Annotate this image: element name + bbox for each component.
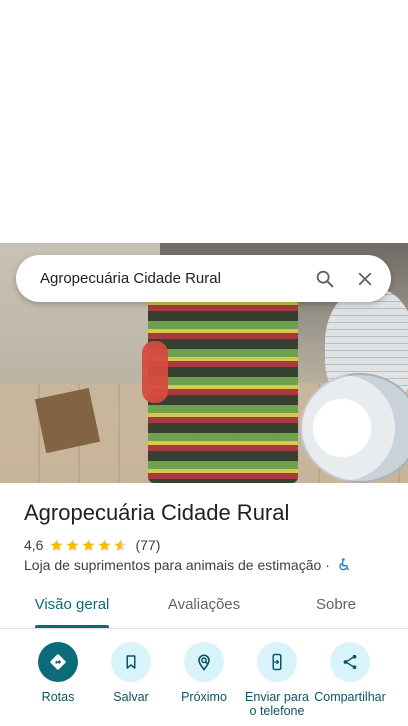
- active-tab-indicator: [35, 625, 109, 628]
- review-count: (77): [135, 537, 161, 553]
- save-button[interactable]: Salvar: [93, 640, 169, 704]
- tab-bar: Visão geral Avaliações Sobre: [0, 585, 408, 629]
- photo-seed-rack: [148, 283, 298, 483]
- bookmark-icon: [111, 642, 151, 682]
- directions-label: Rotas: [41, 690, 75, 704]
- nearby-button[interactable]: Próximo: [166, 640, 242, 704]
- directions-button[interactable]: Rotas: [20, 640, 96, 704]
- tab-avaliacoes[interactable]: Avaliações: [156, 585, 252, 625]
- star-icon: [115, 539, 127, 551]
- action-row: Rotas Salvar Próximo Enviar para o telef…: [0, 640, 408, 726]
- separator: ·: [325, 557, 330, 573]
- photo-red-item: [142, 341, 168, 403]
- star-icon: [67, 539, 79, 551]
- share-icon: [330, 642, 370, 682]
- map-area[interactable]: [0, 0, 408, 243]
- place-category: Loja de suprimentos para animais de esti…: [24, 557, 322, 573]
- category-row: Loja de suprimentos para animais de esti…: [24, 556, 352, 574]
- nearby-label: Próximo: [181, 690, 227, 704]
- photo-wire-roll: [300, 373, 408, 483]
- wheelchair-accessible-icon: [336, 557, 352, 573]
- search-bar[interactable]: Agropecuária Cidade Rural: [16, 255, 391, 302]
- star-icon: [83, 539, 95, 551]
- share-button[interactable]: Compartilhar: [312, 640, 388, 720]
- search-icon[interactable]: [305, 259, 345, 299]
- nearby-icon: [184, 642, 224, 682]
- rating-row[interactable]: 4,6 (77): [24, 535, 160, 555]
- close-icon[interactable]: [345, 259, 385, 299]
- tab-sobre[interactable]: Sobre: [300, 585, 372, 625]
- photo-box: [34, 387, 101, 454]
- search-query[interactable]: Agropecuária Cidade Rural: [40, 270, 305, 287]
- directions-icon: [38, 642, 78, 682]
- star-icon: [51, 539, 63, 551]
- send-to-phone-button[interactable]: Enviar para o telefone: [239, 640, 315, 720]
- place-title: Agropecuária Cidade Rural: [24, 500, 290, 525]
- tab-visao-geral[interactable]: Visão geral: [24, 585, 120, 625]
- share-label: Compartilhar: [314, 690, 386, 704]
- save-label: Salvar: [113, 690, 149, 704]
- star-icon: [99, 539, 111, 551]
- send-to-phone-icon: [257, 642, 297, 682]
- rating-value: 4,6: [24, 537, 44, 553]
- send-to-phone-label: Enviar para o telefone: [245, 690, 309, 718]
- rating-stars: [49, 538, 129, 553]
